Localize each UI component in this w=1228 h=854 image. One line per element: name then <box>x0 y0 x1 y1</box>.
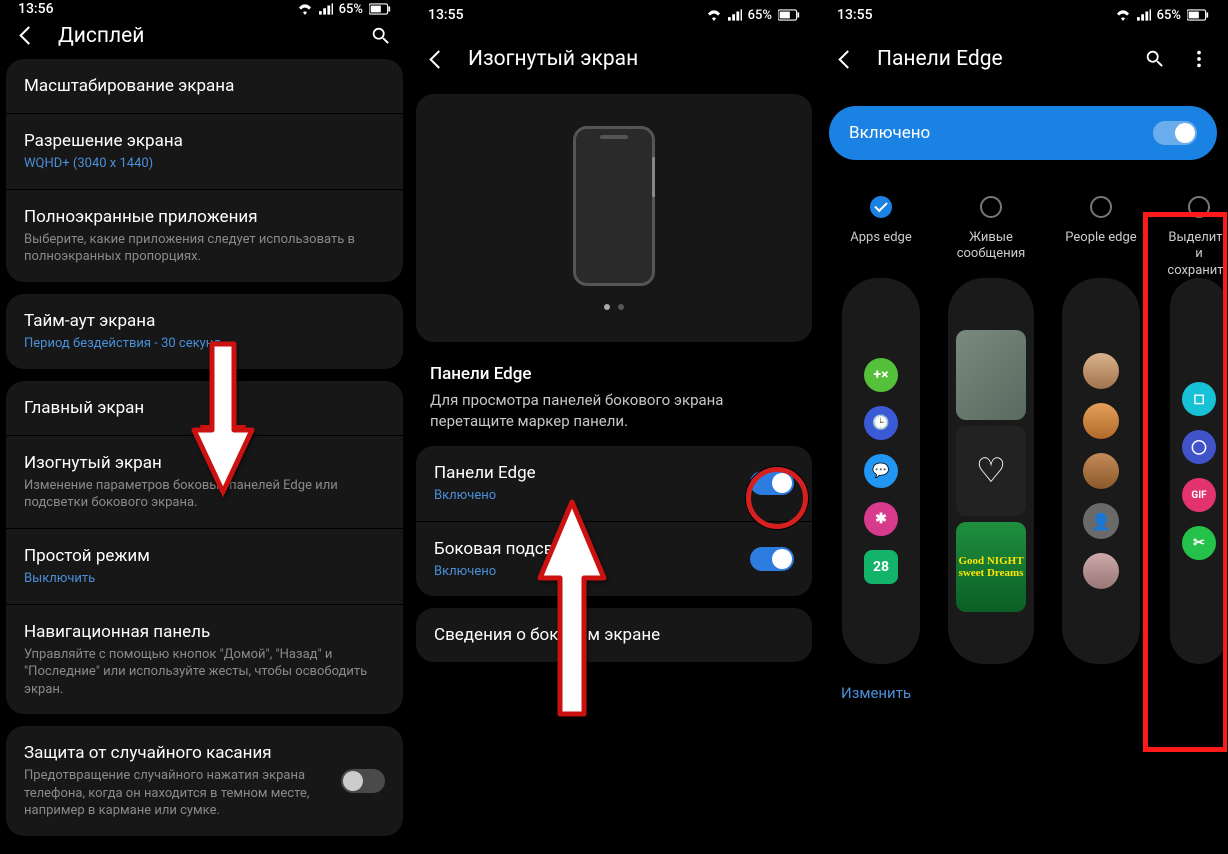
master-toggle-label: Включено <box>849 123 930 143</box>
toggle-edge-lighting[interactable] <box>750 547 794 571</box>
status-bar: 13:55 65% <box>819 0 1227 30</box>
person-avatar <box>1083 553 1119 589</box>
header: Дисплей <box>0 18 409 53</box>
wifi-icon <box>1115 9 1131 21</box>
panel-preview-gifs: ♡ Good NIGHT sweet Dreams <box>948 278 1034 664</box>
back-icon[interactable] <box>424 45 452 73</box>
search-button[interactable] <box>367 22 395 50</box>
person-avatar <box>1083 403 1119 439</box>
item-fullscreen-apps[interactable]: Полноэкранные приложения Выберите, какие… <box>6 189 403 282</box>
panel-preview-apps: +× 🕒 💬 ✱ 28 <box>842 278 920 664</box>
panels-row: Apps edge +× 🕒 💬 ✱ 28 Живые сообщения ♡ … <box>819 166 1227 670</box>
screen-display-settings: 13:56 65% Дисплей Масштабирование экрана… <box>0 0 409 854</box>
app-icon: ✱ <box>864 502 898 536</box>
toggle-accidental-touch[interactable] <box>341 769 385 793</box>
header: Панели Edge <box>819 30 1227 88</box>
battery-icon <box>369 3 391 15</box>
status-time: 13:55 <box>837 7 873 23</box>
panel-live-messages[interactable]: Живые сообщения ♡ Good NIGHT sweet Dream… <box>945 196 1037 664</box>
back-icon[interactable] <box>14 22 42 50</box>
edit-link[interactable]: Изменить <box>819 670 1227 716</box>
edge-description: Панели Edge Для просмотра панелей боково… <box>410 348 818 444</box>
item-accidental-touch[interactable]: Защита от случайного касания Предотвраще… <box>6 726 403 836</box>
item-edge-screen[interactable]: Изогнутый экран Изменение параметров бок… <box>6 435 403 528</box>
app-icon: 🕒 <box>864 406 898 440</box>
page-title: Дисплей <box>58 24 144 48</box>
item-home-screen[interactable]: Главный экран <box>6 381 403 435</box>
more-button[interactable] <box>1185 45 1213 73</box>
toggle-edge-panels[interactable] <box>750 471 794 495</box>
item-subtitle: WQHD+ (3040 х 1440) <box>24 155 385 173</box>
phone-mock-icon <box>573 126 655 286</box>
item-screen-zoom[interactable]: Масштабирование экрана <box>6 59 403 113</box>
panel-smart-select[interactable]: Выделить и сохранить ◻ ◯ GIF ✂ <box>1165 196 1227 664</box>
item-about-edge[interactable]: Сведения о боковом экране <box>416 608 812 662</box>
wifi-icon <box>706 9 722 21</box>
item-edge-lighting[interactable]: Боковая подсветка Включено <box>416 521 812 597</box>
tool-icon: ◯ <box>1182 430 1216 464</box>
screen-edge-settings: 13:55 65% Изогнутый экран Панели Edge Дл… <box>409 0 818 854</box>
panel-label: People edge <box>1065 230 1136 262</box>
tool-icon: ◻ <box>1182 382 1216 416</box>
master-toggle-row[interactable]: Включено <box>829 106 1217 160</box>
person-avatar <box>1083 353 1119 389</box>
person-avatar <box>1083 453 1119 489</box>
signal-icon <box>1137 9 1151 21</box>
gif-card: Good NIGHT sweet Dreams <box>956 522 1026 612</box>
item-title: Разрешение экрана <box>24 130 385 152</box>
panel-label: Живые сообщения <box>945 230 1037 262</box>
page-title: Панели Edge <box>877 47 1003 71</box>
header: Изогнутый экран <box>410 30 818 88</box>
edge-preview <box>416 94 812 342</box>
panel-checkbox[interactable] <box>1188 196 1210 218</box>
status-time: 13:55 <box>428 7 464 23</box>
status-bar: 13:56 65% <box>0 0 409 18</box>
battery-pct: 65% <box>339 2 363 17</box>
signal-icon <box>728 9 742 21</box>
item-navigation-bar[interactable]: Навигационная панель Управляйте с помощь… <box>6 604 403 715</box>
item-screen-timeout[interactable]: Тайм-аут экрана Период бездействия - 30 … <box>6 294 403 369</box>
person-avatar: 👤 <box>1083 503 1119 539</box>
item-resolution[interactable]: Разрешение экрана WQHD+ (3040 х 1440) <box>6 113 403 189</box>
tool-icon: GIF <box>1182 478 1216 512</box>
search-button[interactable] <box>1141 45 1169 73</box>
panel-apps-edge[interactable]: Apps edge +× 🕒 💬 ✱ 28 <box>835 196 927 664</box>
page-title: Изогнутый экран <box>468 47 638 71</box>
panel-label: Выделить и сохранить <box>1165 230 1227 262</box>
more-icon <box>1188 48 1210 70</box>
battery-icon <box>778 9 800 21</box>
page-dots <box>604 304 624 310</box>
wifi-icon <box>297 3 313 15</box>
search-icon <box>1144 48 1166 70</box>
panel-checkbox[interactable] <box>980 196 1002 218</box>
app-icon: 28 <box>864 550 898 584</box>
status-bar: 13:55 65% <box>410 0 818 30</box>
panel-checkbox[interactable] <box>1090 196 1112 218</box>
search-icon <box>370 25 392 47</box>
app-icon: 💬 <box>864 454 898 488</box>
battery-icon <box>1187 9 1209 21</box>
gif-card: ♡ <box>956 426 1026 516</box>
item-easy-mode[interactable]: Простой режим Выключить <box>6 528 403 604</box>
app-icon: +× <box>864 358 898 392</box>
status-right: 65% <box>297 2 391 17</box>
screen-edge-panels: 13:55 65% Панели Edge Включено Apps edge… <box>818 0 1227 854</box>
tool-icon: ✂ <box>1182 526 1216 560</box>
master-toggle[interactable] <box>1153 121 1197 145</box>
signal-icon <box>319 3 333 15</box>
panel-people-edge[interactable]: People edge 👤 <box>1055 196 1147 664</box>
gif-card <box>956 330 1026 420</box>
back-icon[interactable] <box>833 45 861 73</box>
settings-list: Масштабирование экрана Разрешение экрана… <box>0 53 409 854</box>
panel-checkbox[interactable] <box>870 196 892 218</box>
panel-preview-tools: ◻ ◯ GIF ✂ <box>1170 278 1227 664</box>
panel-label: Apps edge <box>850 230 911 262</box>
item-edge-panels[interactable]: Панели Edge Включено <box>416 446 812 521</box>
panel-preview-people: 👤 <box>1062 278 1140 664</box>
status-time: 13:56 <box>18 1 54 17</box>
